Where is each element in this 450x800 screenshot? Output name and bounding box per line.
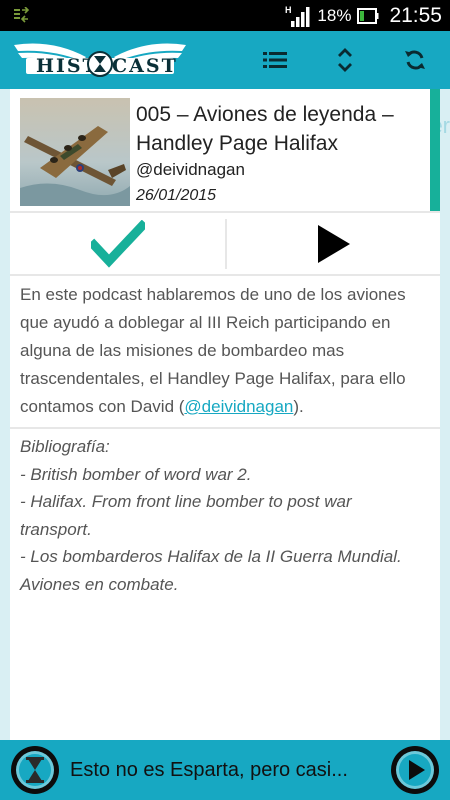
histocast-logo[interactable]: HIST CAST xyxy=(12,35,188,85)
data-transfer-icon xyxy=(14,7,30,23)
expand-collapse-icon xyxy=(338,48,352,72)
divider xyxy=(10,427,440,429)
checkmark-icon xyxy=(90,220,145,268)
episode-author: @deividnagan xyxy=(136,160,245,179)
mark-played-button[interactable] xyxy=(10,214,225,274)
network-type-label: H xyxy=(285,5,292,15)
card-accent-bar xyxy=(430,89,440,211)
bomber-plane-thumbnail xyxy=(20,98,130,206)
signal-icon: H xyxy=(285,5,310,27)
hourglass-avatar-icon[interactable] xyxy=(10,745,60,795)
bibliography-heading: Bibliografía: xyxy=(20,437,110,456)
bibliography-item: - Halifax. From front line bomber to pos… xyxy=(20,492,352,539)
episode-card: 005 – Aviones de leyenda – Handley Page … xyxy=(10,89,440,740)
play-icon xyxy=(317,225,350,263)
play-episode-button[interactable] xyxy=(227,214,440,274)
divider xyxy=(10,211,440,213)
episode-thumbnail xyxy=(20,98,130,206)
divider xyxy=(10,274,440,276)
episode-description: En este podcast hablaremos de uno de los… xyxy=(20,281,425,421)
bibliography: Bibliografía: - British bomber of word w… xyxy=(20,433,425,598)
expand-collapse-button[interactable] xyxy=(328,43,362,77)
logo-text-right: CAST xyxy=(112,55,178,77)
battery-icon xyxy=(357,8,379,24)
bibliography-item: - British bomber of word war 2. xyxy=(20,464,252,484)
now-playing-title[interactable]: Esto no es Esparta, pero casi... xyxy=(70,759,348,782)
episode-date: 26/01/2015 xyxy=(136,187,217,204)
description-text-end: ). xyxy=(293,397,304,416)
refresh-button[interactable] xyxy=(398,43,432,77)
play-circle-icon[interactable] xyxy=(390,745,440,795)
list-icon xyxy=(263,52,287,68)
bibliography-item: - Los bombarderos Halifax de la II Guerr… xyxy=(20,547,402,594)
episode-title: 005 – Aviones de leyenda – Handley Page … xyxy=(136,103,394,155)
list-button[interactable] xyxy=(258,43,292,77)
mini-player[interactable]: Esto no es Esparta, pero casi... xyxy=(0,740,450,800)
battery-percent: 18% xyxy=(317,6,352,25)
clock: 21:55 xyxy=(389,4,442,27)
status-bar: H 18% 21:55 xyxy=(0,0,450,31)
refresh-icon xyxy=(405,50,425,70)
app-bar: HIST CAST xyxy=(0,31,450,89)
guest-link[interactable]: @deividnagan xyxy=(184,397,293,416)
